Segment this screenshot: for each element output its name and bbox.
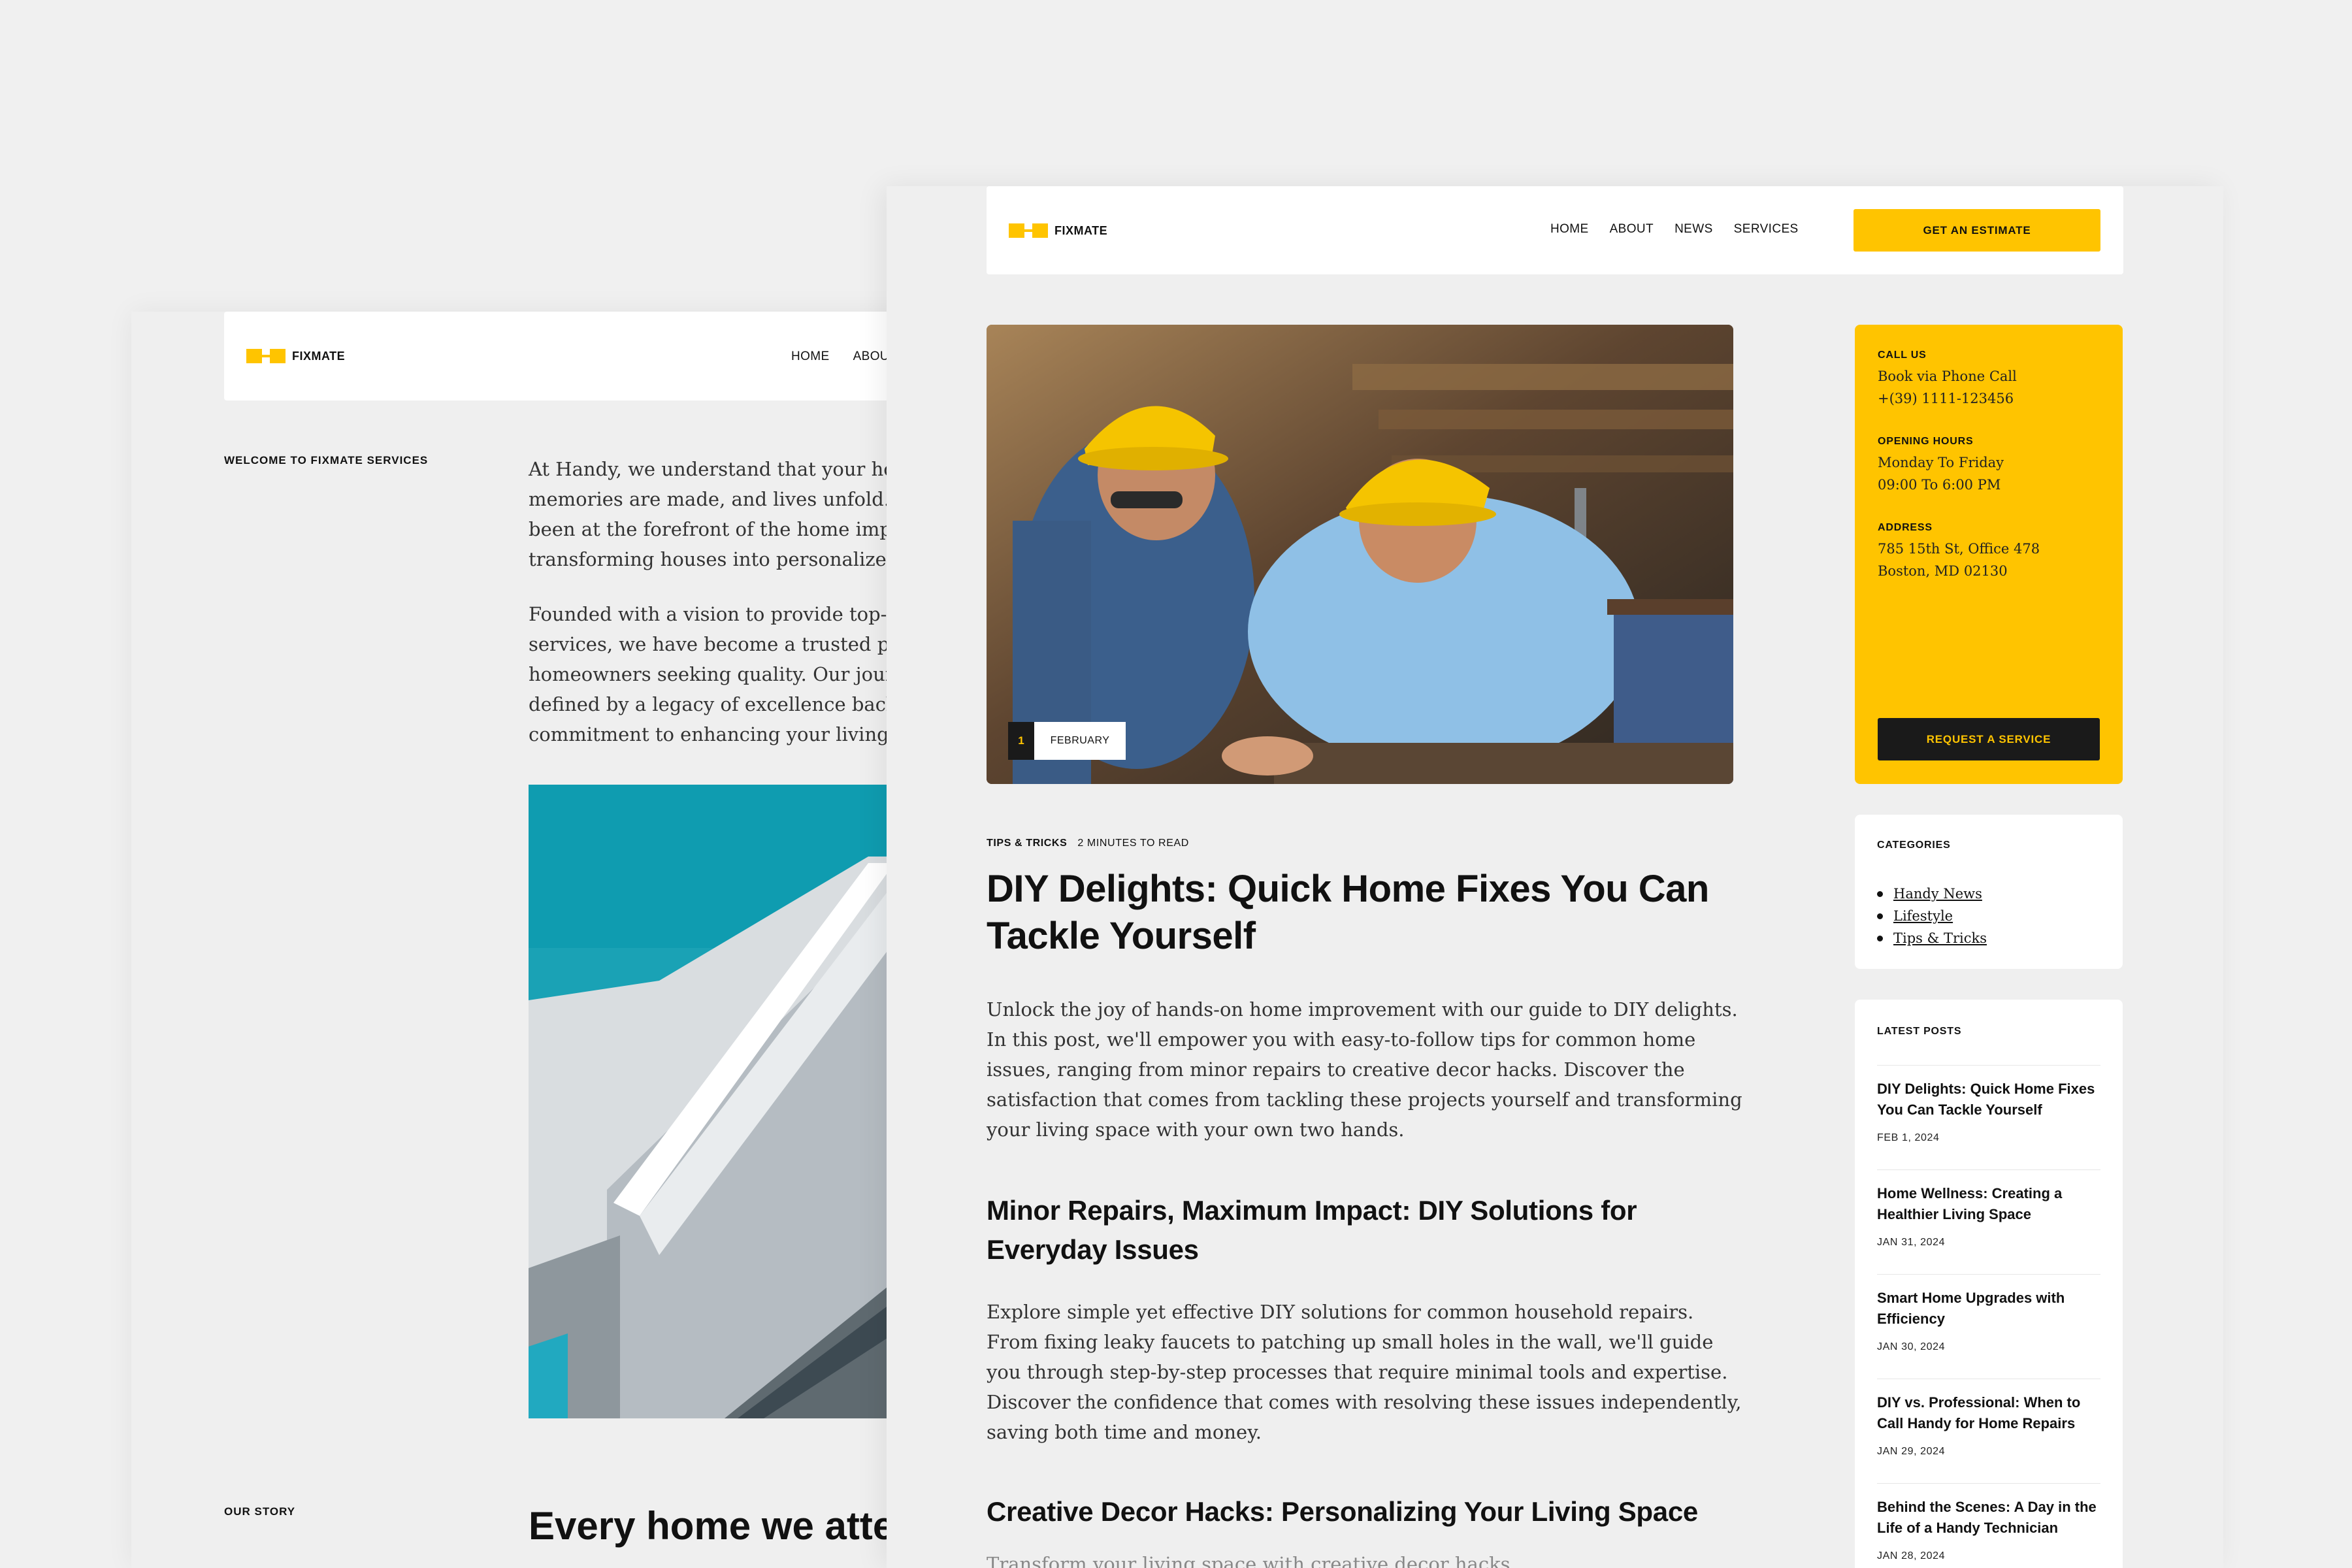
post-title[interactable]: Behind the Scenes: A Day in the Life of … (1877, 1497, 2100, 1539)
bullet-icon (1877, 935, 1883, 941)
read-time: 2 MINUTES TO READ (1077, 838, 1189, 849)
hours-days: Monday To Friday (1878, 455, 2004, 470)
article-intro: Unlock the joy of hands-on home improvem… (987, 998, 1742, 1141)
contact-card: CALL US Book via Phone Call +(39) 1111-1… (1855, 325, 2123, 784)
date-day: 1 (1008, 722, 1034, 760)
logo-mark-icon (1009, 223, 1048, 238)
nav-item-about[interactable]: ABOUT (1610, 222, 1654, 237)
post-date: FEB 1, 2024 (1877, 1132, 1940, 1143)
bullet-icon (1877, 913, 1883, 919)
front-page-preview: FIXMATE HOME ABOUT NEWS SERVICES GET AN … (887, 186, 2223, 1568)
post-title[interactable]: DIY Delights: Quick Home Fixes You Can T… (1877, 1079, 2100, 1120)
opening-hours-block: OPENING HOURS Monday To Friday 09:00 To … (1878, 436, 2004, 496)
post-date: JAN 30, 2024 (1877, 1341, 1946, 1352)
nav-item-services[interactable]: SERVICES (1734, 222, 1799, 237)
hero-image: 1 FEBRUARY (987, 325, 1733, 784)
hours-times: 09:00 To 6:00 PM (1878, 477, 2001, 493)
section-body-decor-hacks: Transform your living space with creativ… (987, 1553, 1516, 1568)
back-main-nav: HOME ABOUT (791, 350, 897, 364)
section-heading-decor-hacks: Creative Decor Hacks: Personalizing Your… (987, 1496, 1698, 1527)
latest-posts-label: LATEST POSTS (1877, 1026, 1962, 1037)
post-date: JAN 29, 2024 (1877, 1446, 1946, 1457)
date-badge: 1 FEBRUARY (1008, 722, 1126, 760)
post-item[interactable]: Home Wellness: Creating a Healthier Livi… (1877, 1169, 2100, 1249)
bullet-icon (1877, 890, 1883, 897)
phone-number[interactable]: +(39) 1111-123456 (1878, 387, 2017, 410)
nav-item-home[interactable]: HOME (1550, 222, 1589, 237)
post-date: JAN 28, 2024 (1877, 1550, 1946, 1561)
call-us-label: CALL US (1878, 350, 1927, 361)
section-heading-minor-repairs: Minor Repairs, Maximum Impact: DIY Solut… (987, 1195, 1637, 1265)
list-item: Lifestyle (1877, 905, 1987, 927)
site-header: FIXMATE HOME ABOUT NEWS SERVICES GET AN … (987, 186, 2123, 274)
logo-mark-icon (246, 349, 286, 363)
logo-text: FIXMATE (1054, 223, 1108, 237)
categories-list: Handy News Lifestyle Tips & Tricks (1877, 883, 1987, 949)
post-date: JAN 31, 2024 (1877, 1237, 1946, 1248)
list-item: Tips & Tricks (1877, 927, 1987, 949)
nav-item-home[interactable]: HOME (791, 350, 830, 364)
article-title: DIY Delights: Quick Home Fixes You Can T… (987, 868, 1709, 957)
address-street: 785 15th St, Office 478 (1878, 541, 2040, 557)
workers-photo (987, 325, 1733, 784)
opening-hours-label: OPENING HOURS (1878, 436, 1974, 447)
post-title[interactable]: DIY vs. Professional: When to Call Handy… (1877, 1392, 2100, 1434)
category-tag[interactable]: TIPS & TRICKS (987, 838, 1067, 849)
post-item[interactable]: DIY Delights: Quick Home Fixes You Can T… (1877, 1065, 2100, 1144)
categories-card: CATEGORIES Handy News Lifestyle Tips & T… (1855, 815, 2123, 969)
post-item[interactable]: Behind the Scenes: A Day in the Life of … (1877, 1483, 2100, 1562)
categories-label: CATEGORIES (1877, 840, 1951, 851)
nav-item-news[interactable]: NEWS (1674, 222, 1713, 237)
section-body-minor-repairs: Explore simple yet effective DIY solutio… (987, 1301, 1742, 1443)
logo[interactable]: FIXMATE (246, 349, 345, 363)
post-title[interactable]: Home Wellness: Creating a Healthier Livi… (1877, 1183, 2100, 1225)
post-item[interactable]: Smart Home Upgrades with Efficiency JAN … (1877, 1274, 2100, 1353)
article-meta: TIPS & TRICKS 2 MINUTES TO READ (987, 838, 1189, 849)
post-item[interactable]: DIY vs. Professional: When to Call Handy… (1877, 1379, 2100, 1458)
welcome-label: WELCOME TO FIXMATE SERVICES (224, 454, 429, 466)
address-block: ADDRESS 785 15th St, Office 478 Boston, … (1878, 522, 2040, 582)
call-us-line: Book via Phone Call (1878, 368, 2017, 384)
post-title[interactable]: Smart Home Upgrades with Efficiency (1877, 1288, 2100, 1330)
our-story-label: OUR STORY (224, 1505, 296, 1518)
list-item: Handy News (1877, 883, 1987, 905)
logo[interactable]: FIXMATE (1009, 223, 1107, 238)
category-link[interactable]: Handy News (1893, 883, 1982, 905)
category-link[interactable]: Lifestyle (1893, 905, 1953, 927)
get-estimate-button[interactable]: GET AN ESTIMATE (1854, 209, 2100, 252)
address-city: Boston, MD 02130 (1878, 563, 2008, 579)
call-us-block: CALL US Book via Phone Call +(39) 1111-1… (1878, 350, 2017, 410)
address-label: ADDRESS (1878, 522, 1933, 533)
request-service-button[interactable]: REQUEST A SERVICE (1878, 718, 2100, 760)
main-nav: HOME ABOUT NEWS SERVICES (1550, 222, 1799, 237)
category-link[interactable]: Tips & Tricks (1893, 927, 1987, 949)
latest-posts-card: LATEST POSTS DIY Delights: Quick Home Fi… (1855, 1000, 2123, 1568)
logo-text: FIXMATE (292, 349, 346, 363)
date-month: FEBRUARY (1034, 722, 1126, 760)
